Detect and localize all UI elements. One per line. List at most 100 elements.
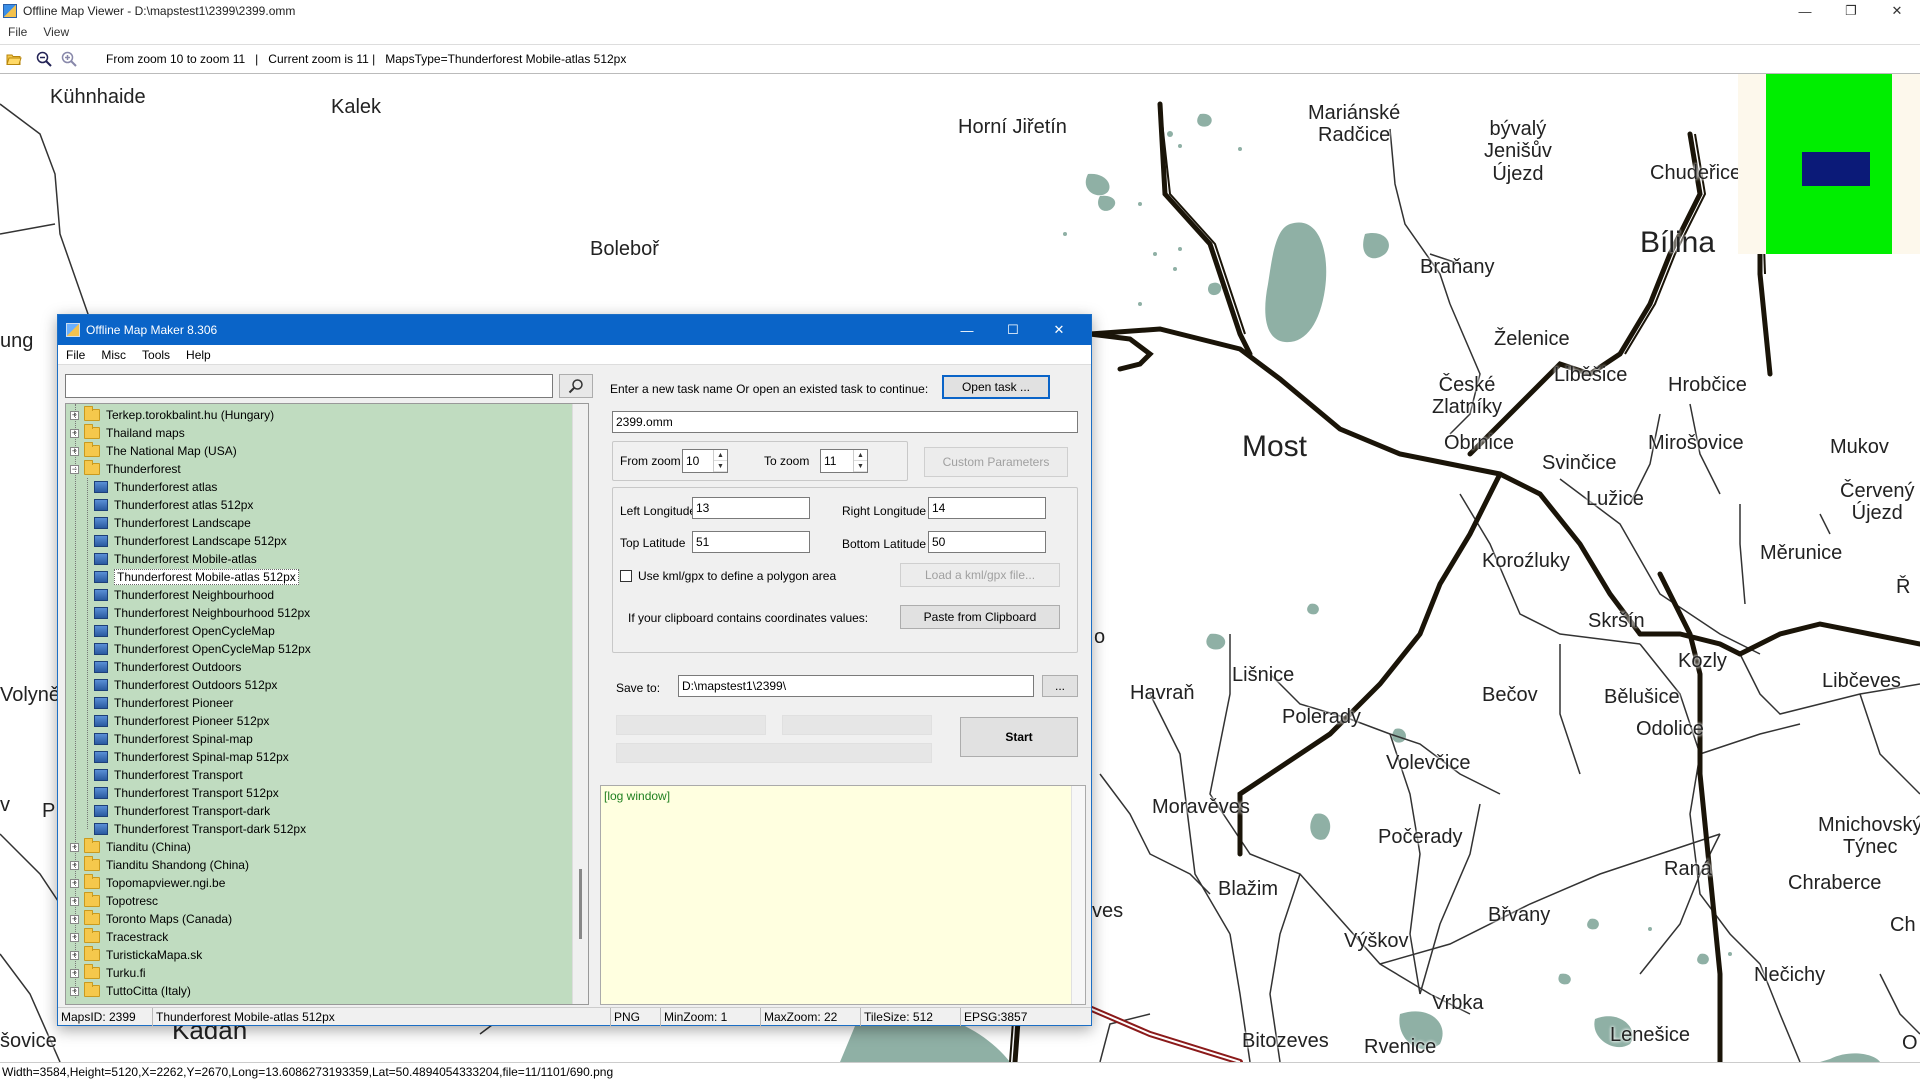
place-skrsin: Skršín xyxy=(1588,610,1645,632)
close-icon[interactable]: ✕ xyxy=(1874,0,1920,22)
status-epsg: EPSG:3857 xyxy=(964,1010,1028,1024)
tree-item-folder[interactable]: + Tianditu (China) xyxy=(70,838,191,856)
tree-item-map[interactable]: Thunderforest Pioneer 512px xyxy=(94,712,269,730)
dialog-menu-file[interactable]: File xyxy=(58,348,93,362)
custom-parameters-button[interactable]: Custom Parameters xyxy=(924,447,1068,477)
tree-scrollbar-thumb[interactable] xyxy=(579,869,582,939)
tree-item-folder[interactable]: + Thailand maps xyxy=(70,424,185,442)
tree-item-folder[interactable]: + Toronto Maps (Canada) xyxy=(70,910,232,928)
restore-icon[interactable]: ❐ xyxy=(1828,0,1874,22)
log-window[interactable]: [log window] xyxy=(600,785,1086,1005)
place-rvenice: Rvenice xyxy=(1364,1036,1437,1058)
place-necichy: Nečichy xyxy=(1754,964,1826,986)
map-icon xyxy=(94,517,108,529)
place-hrobcice: Hrobčice xyxy=(1668,374,1747,396)
to-zoom-stepper[interactable]: 11 ▲ ▼ xyxy=(820,449,868,473)
tree-item-folder[interactable]: + Topotresc xyxy=(70,892,158,910)
tree-item-folder[interactable]: + The National Map (USA) xyxy=(70,442,237,460)
zoom-in-icon[interactable] xyxy=(58,48,80,70)
tree-item-label: Tracestrack xyxy=(106,930,169,944)
minimap-viewport[interactable] xyxy=(1802,152,1870,186)
tree-item-map[interactable]: Thunderforest Outdoors 512px xyxy=(94,676,277,694)
from-zoom-down-icon[interactable]: ▼ xyxy=(714,461,727,472)
tree-item-label: Thunderforest OpenCycleMap xyxy=(114,624,275,638)
task-name-field[interactable]: 2399.omm xyxy=(612,411,1078,433)
place-brvany: Břvany xyxy=(1488,904,1551,926)
tree-item-folder[interactable]: + Turku.fi xyxy=(70,964,146,982)
log-scrollbar[interactable] xyxy=(1071,786,1085,1004)
tree-item-map[interactable]: Thunderforest Mobile-atlas xyxy=(94,550,257,568)
status-min-zoom: MinZoom: 1 xyxy=(661,1008,761,1026)
tree-item-label: Thunderforest Pioneer xyxy=(114,696,234,710)
folder-icon xyxy=(84,838,100,853)
tree-item-map[interactable]: Thunderforest Spinal-map 512px xyxy=(94,748,289,766)
tree-item-folder[interactable]: + TuristickaMapa.sk xyxy=(70,946,202,964)
tree-item-label: Thunderforest Pioneer 512px xyxy=(114,714,270,728)
tree-item-folder[interactable]: + Topomapviewer.ngi.be xyxy=(70,874,225,892)
right-longitude-field[interactable]: 14 xyxy=(928,497,1046,519)
tree-item-map[interactable]: Thunderforest Transport 512px xyxy=(94,784,279,802)
tree-item-folder[interactable]: − Thunderforest xyxy=(70,460,181,478)
from-zoom-up-icon[interactable]: ▲ xyxy=(714,450,727,461)
start-button[interactable]: Start xyxy=(960,717,1078,757)
minimize-icon[interactable]: — xyxy=(1782,0,1828,22)
map-icon xyxy=(94,571,108,583)
tree-item-label: Thunderforest Landscape xyxy=(114,516,251,530)
from-zoom-stepper[interactable]: 10 ▲ ▼ xyxy=(682,449,728,473)
status-maps-id: MapsID: 2399 xyxy=(58,1008,153,1026)
open-task-button[interactable]: Open task ... xyxy=(942,375,1050,399)
from-zoom-label: From zoom xyxy=(620,454,681,468)
tree-item-folder[interactable]: + Tracestrack xyxy=(70,928,168,946)
search-button[interactable] xyxy=(559,374,593,398)
map-icon xyxy=(94,805,108,817)
load-kml-button[interactable]: Load a kml/gpx file... xyxy=(900,563,1060,587)
tree-item-map[interactable]: Thunderforest OpenCycleMap 512px xyxy=(94,640,311,658)
map-source-tree[interactable]: + Terkep.torokbalint.hu (Hungary) + Thailan… xyxy=(65,403,589,1005)
place-ceske-zlatniky: České Zlatníky xyxy=(1432,374,1503,419)
tree-item-map[interactable]: Thunderforest Transport xyxy=(94,766,243,784)
use-kml-checkbox[interactable] xyxy=(620,570,632,582)
tree-item-map[interactable]: Thunderforest Neighbourhood xyxy=(94,586,274,604)
paste-from-clipboard-button[interactable]: Paste from Clipboard xyxy=(900,605,1060,629)
folder-icon xyxy=(84,910,100,925)
tree-item-map[interactable]: Thunderforest Landscape xyxy=(94,514,251,532)
dialog-titlebar[interactable]: Offline Map Maker 8.306 — ☐ ✕ xyxy=(58,315,1091,345)
menu-file[interactable]: File xyxy=(0,25,35,39)
right-longitude-label: Right Longitude xyxy=(842,504,927,518)
browse-button[interactable]: ... xyxy=(1042,675,1078,697)
dialog-minimize-icon[interactable]: — xyxy=(944,315,990,345)
tree-item-map[interactable]: Thunderforest Outdoors xyxy=(94,658,241,676)
tree-item-folder[interactable]: + Tianditu Shandong (China) xyxy=(70,856,249,874)
dialog-close-icon[interactable]: ✕ xyxy=(1036,315,1082,345)
search-input[interactable] xyxy=(65,374,553,398)
tree-item-map[interactable]: Thunderforest atlas 512px xyxy=(94,496,253,514)
tree-item-map[interactable]: Thunderforest Neighbourhood 512px xyxy=(94,604,310,622)
dialog-maximize-icon[interactable]: ☐ xyxy=(990,315,1036,345)
tree-item-map[interactable]: Thunderforest Mobile-atlas 512px xyxy=(94,568,299,586)
tree-item-folder[interactable]: + TuttoCitta (Italy) xyxy=(70,982,191,1000)
left-longitude-field[interactable]: 13 xyxy=(692,497,810,519)
tree-item-map[interactable]: Thunderforest OpenCycleMap xyxy=(94,622,275,640)
dialog-menu-misc[interactable]: Misc xyxy=(93,348,134,362)
tree-item-map[interactable]: Thunderforest Spinal-map xyxy=(94,730,253,748)
tree-item-folder[interactable]: + Terkep.torokbalint.hu (Hungary) xyxy=(70,406,274,424)
open-folder-icon[interactable] xyxy=(3,48,25,70)
save-to-field[interactable]: D:\mapstest1\2399\ xyxy=(678,675,1034,697)
dialog-menu-tools[interactable]: Tools xyxy=(134,348,178,362)
tree-item-map[interactable]: Thunderforest Pioneer xyxy=(94,694,233,712)
bottom-latitude-field[interactable]: 50 xyxy=(928,531,1046,553)
tree-item-map[interactable]: Thunderforest atlas xyxy=(94,478,217,496)
to-zoom-down-icon[interactable]: ▼ xyxy=(854,461,867,472)
to-zoom-up-icon[interactable]: ▲ xyxy=(854,450,867,461)
tree-item-map[interactable]: Thunderforest Transport-dark xyxy=(94,802,270,820)
tree-scrollbar[interactable] xyxy=(572,404,588,1004)
menu-view[interactable]: View xyxy=(35,25,77,39)
top-latitude-field[interactable]: 51 xyxy=(692,531,810,553)
tree-item-map[interactable]: Thunderforest Landscape 512px xyxy=(94,532,287,550)
zoom-out-icon[interactable] xyxy=(33,48,55,70)
tree-item-map[interactable]: Thunderforest Transport-dark 512px xyxy=(94,820,306,838)
dialog-menu-help[interactable]: Help xyxy=(178,348,219,362)
map-icon xyxy=(94,769,108,781)
minimap[interactable] xyxy=(1738,74,1920,254)
dialog-menubar: File Misc Tools Help xyxy=(58,345,1091,365)
